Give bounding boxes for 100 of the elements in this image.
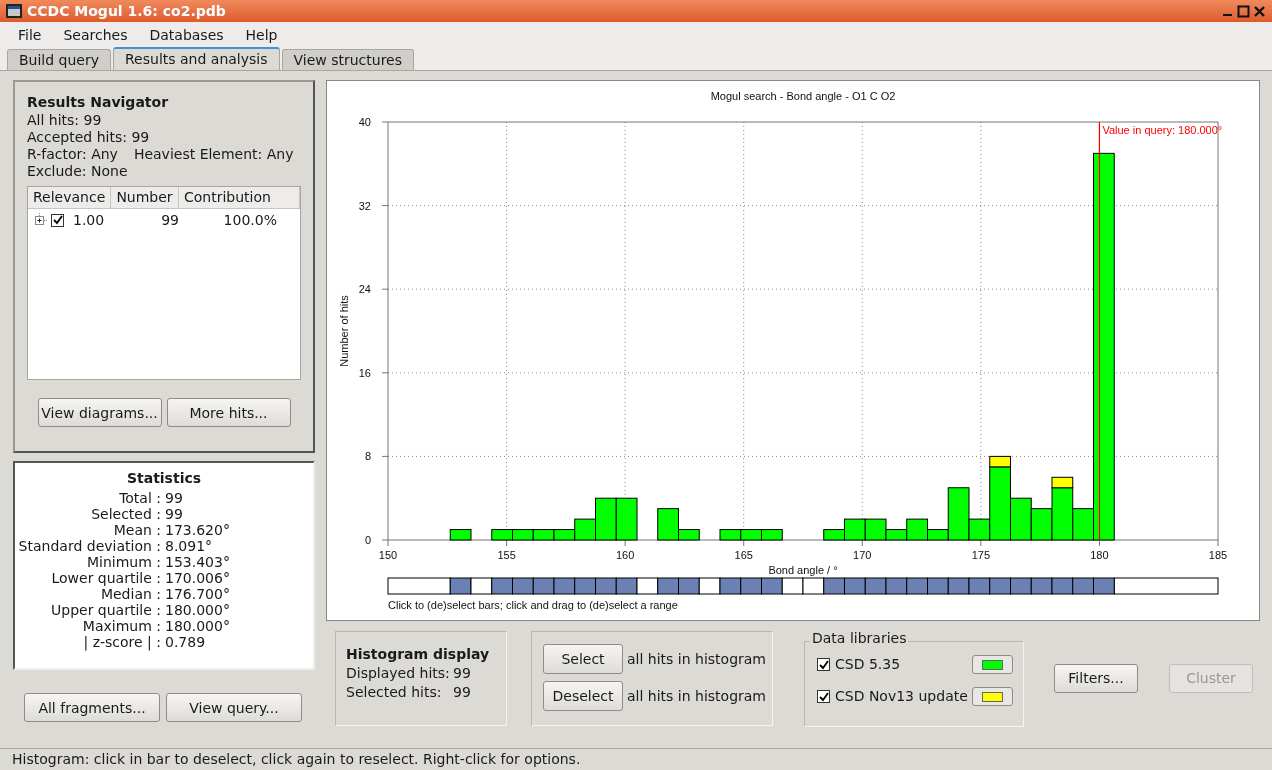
- column-header[interactable]: Relevance: [28, 187, 112, 208]
- histogram-bar[interactable]: [989, 466, 1011, 541]
- histogram-bar[interactable]: [989, 455, 1011, 468]
- selection-text: all hits in histogram: [627, 686, 766, 706]
- histogram-bar[interactable]: [532, 529, 555, 541]
- selected-bin[interactable]: [1072, 577, 1094, 595]
- action-button[interactable]: Filters...: [1054, 664, 1138, 693]
- selected-bin[interactable]: [532, 577, 555, 595]
- histogram-bar[interactable]: [761, 529, 783, 541]
- x-tick-label: 160: [615, 549, 635, 561]
- unselected-bin[interactable]: [636, 577, 659, 595]
- color-button[interactable]: [972, 687, 1013, 706]
- x-axis-label: Bond angle / °: [768, 564, 838, 576]
- selected-bin[interactable]: [574, 577, 596, 595]
- histogram-bar[interactable]: [719, 529, 742, 541]
- histogram-bar[interactable]: [844, 518, 866, 541]
- selected-bin[interactable]: [927, 577, 949, 595]
- histogram-bar[interactable]: [823, 529, 845, 541]
- histogram-bar[interactable]: [595, 497, 617, 541]
- panel-button[interactable]: View diagrams...: [37, 398, 162, 427]
- selected-bin[interactable]: [844, 577, 866, 595]
- histogram-bar[interactable]: [491, 529, 513, 541]
- histogram-bar[interactable]: [1030, 508, 1053, 541]
- color-button[interactable]: [972, 655, 1013, 674]
- stat-label: Standard deviation :: [17, 538, 161, 554]
- selected-bin[interactable]: [553, 577, 576, 595]
- selected-bin[interactable]: [1010, 577, 1032, 595]
- selected-bin[interactable]: [1030, 577, 1053, 595]
- selected-bin[interactable]: [719, 577, 742, 595]
- unselected-bin[interactable]: [470, 577, 493, 595]
- selected-bin[interactable]: [449, 577, 472, 595]
- panel-button[interactable]: View query...: [166, 693, 302, 722]
- selected-bin[interactable]: [595, 577, 617, 595]
- histogram-bar[interactable]: [1051, 476, 1074, 489]
- stat-label: Total :: [118, 490, 161, 506]
- selected-bin[interactable]: [885, 577, 908, 595]
- selector-margin[interactable]: [387, 577, 451, 595]
- histogram-bar[interactable]: [968, 518, 991, 541]
- selected-bin[interactable]: [968, 577, 991, 595]
- window-menu-icon[interactable]: [6, 4, 22, 18]
- stat-value: 180.000°: [165, 618, 230, 634]
- column-header[interactable]: Number: [111, 187, 179, 208]
- tab[interactable]: View structures: [281, 49, 414, 70]
- menu-item[interactable]: Databases: [141, 24, 232, 46]
- histogram-bar[interactable]: [885, 529, 908, 541]
- selection-button[interactable]: Deselect: [543, 681, 623, 711]
- histogram-bar[interactable]: [1010, 497, 1032, 541]
- selected-bin[interactable]: [989, 577, 1011, 595]
- tab[interactable]: Build query: [7, 49, 111, 70]
- selected-bin[interactable]: [740, 577, 762, 595]
- tab[interactable]: Results and analysis: [113, 47, 280, 70]
- selected-bin[interactable]: [657, 577, 679, 595]
- maximize-icon[interactable]: [1237, 4, 1250, 18]
- unselected-bin[interactable]: [781, 577, 804, 595]
- histogram-bar[interactable]: [927, 529, 949, 541]
- selected-bin[interactable]: [947, 577, 970, 595]
- histogram-bar[interactable]: [449, 529, 472, 541]
- histogram-bar[interactable]: [678, 529, 700, 541]
- histogram-bar[interactable]: [864, 518, 887, 541]
- close-icon[interactable]: [1253, 4, 1266, 18]
- checkmark-icon: [818, 659, 829, 670]
- histogram-bar[interactable]: [1093, 152, 1115, 541]
- selected-bin[interactable]: [906, 577, 928, 595]
- selected-bin[interactable]: [491, 577, 513, 595]
- histogram-bar[interactable]: [1072, 508, 1094, 541]
- checkmark-icon: [52, 215, 63, 225]
- selected-bin[interactable]: [761, 577, 783, 595]
- checkbox[interactable]: [817, 658, 830, 671]
- table-cell-text: 99: [160, 210, 179, 230]
- histogram-bar[interactable]: [906, 518, 928, 541]
- selection-button[interactable]: Select: [543, 644, 623, 674]
- histogram-bar[interactable]: [657, 508, 679, 541]
- histogram-bar[interactable]: [1051, 487, 1074, 541]
- checkbox[interactable]: [817, 690, 830, 703]
- filter-text: R-factor: Any: [27, 146, 118, 163]
- histogram-bar[interactable]: [615, 497, 638, 541]
- selector-margin[interactable]: [1113, 577, 1219, 595]
- panel-button[interactable]: More hits...: [166, 398, 291, 427]
- column-header[interactable]: Contribution: [178, 187, 300, 208]
- selected-bin[interactable]: [1051, 577, 1074, 595]
- unselected-bin[interactable]: [802, 577, 825, 595]
- expand-toggle-icon[interactable]: [34, 213, 48, 227]
- checkbox[interactable]: [51, 213, 64, 227]
- histogram-bar[interactable]: [574, 518, 596, 541]
- selected-bin[interactable]: [512, 577, 534, 595]
- y-tick-label: 40: [358, 116, 371, 128]
- histogram-bar[interactable]: [947, 487, 970, 541]
- selected-bin[interactable]: [615, 577, 638, 595]
- histogram-bar[interactable]: [740, 529, 762, 541]
- unselected-bin[interactable]: [698, 577, 721, 595]
- selected-bin[interactable]: [1093, 577, 1115, 595]
- selected-bin[interactable]: [864, 577, 887, 595]
- menu-item[interactable]: Help: [237, 24, 286, 46]
- histogram-bar[interactable]: [553, 529, 576, 541]
- histogram-bar[interactable]: [512, 529, 534, 541]
- selected-bin[interactable]: [823, 577, 845, 595]
- panel-button[interactable]: All fragments...: [24, 693, 160, 722]
- menu-item[interactable]: File: [10, 24, 50, 46]
- menu-item[interactable]: Searches: [55, 24, 136, 46]
- selected-bin[interactable]: [678, 577, 700, 595]
